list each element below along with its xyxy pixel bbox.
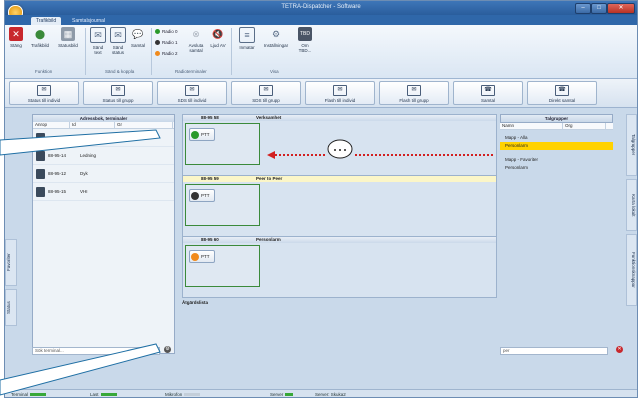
callout-overlay — [0, 129, 161, 396]
callout-pointer-bottom — [0, 343, 161, 396]
callout-pointer-top — [0, 129, 161, 156]
